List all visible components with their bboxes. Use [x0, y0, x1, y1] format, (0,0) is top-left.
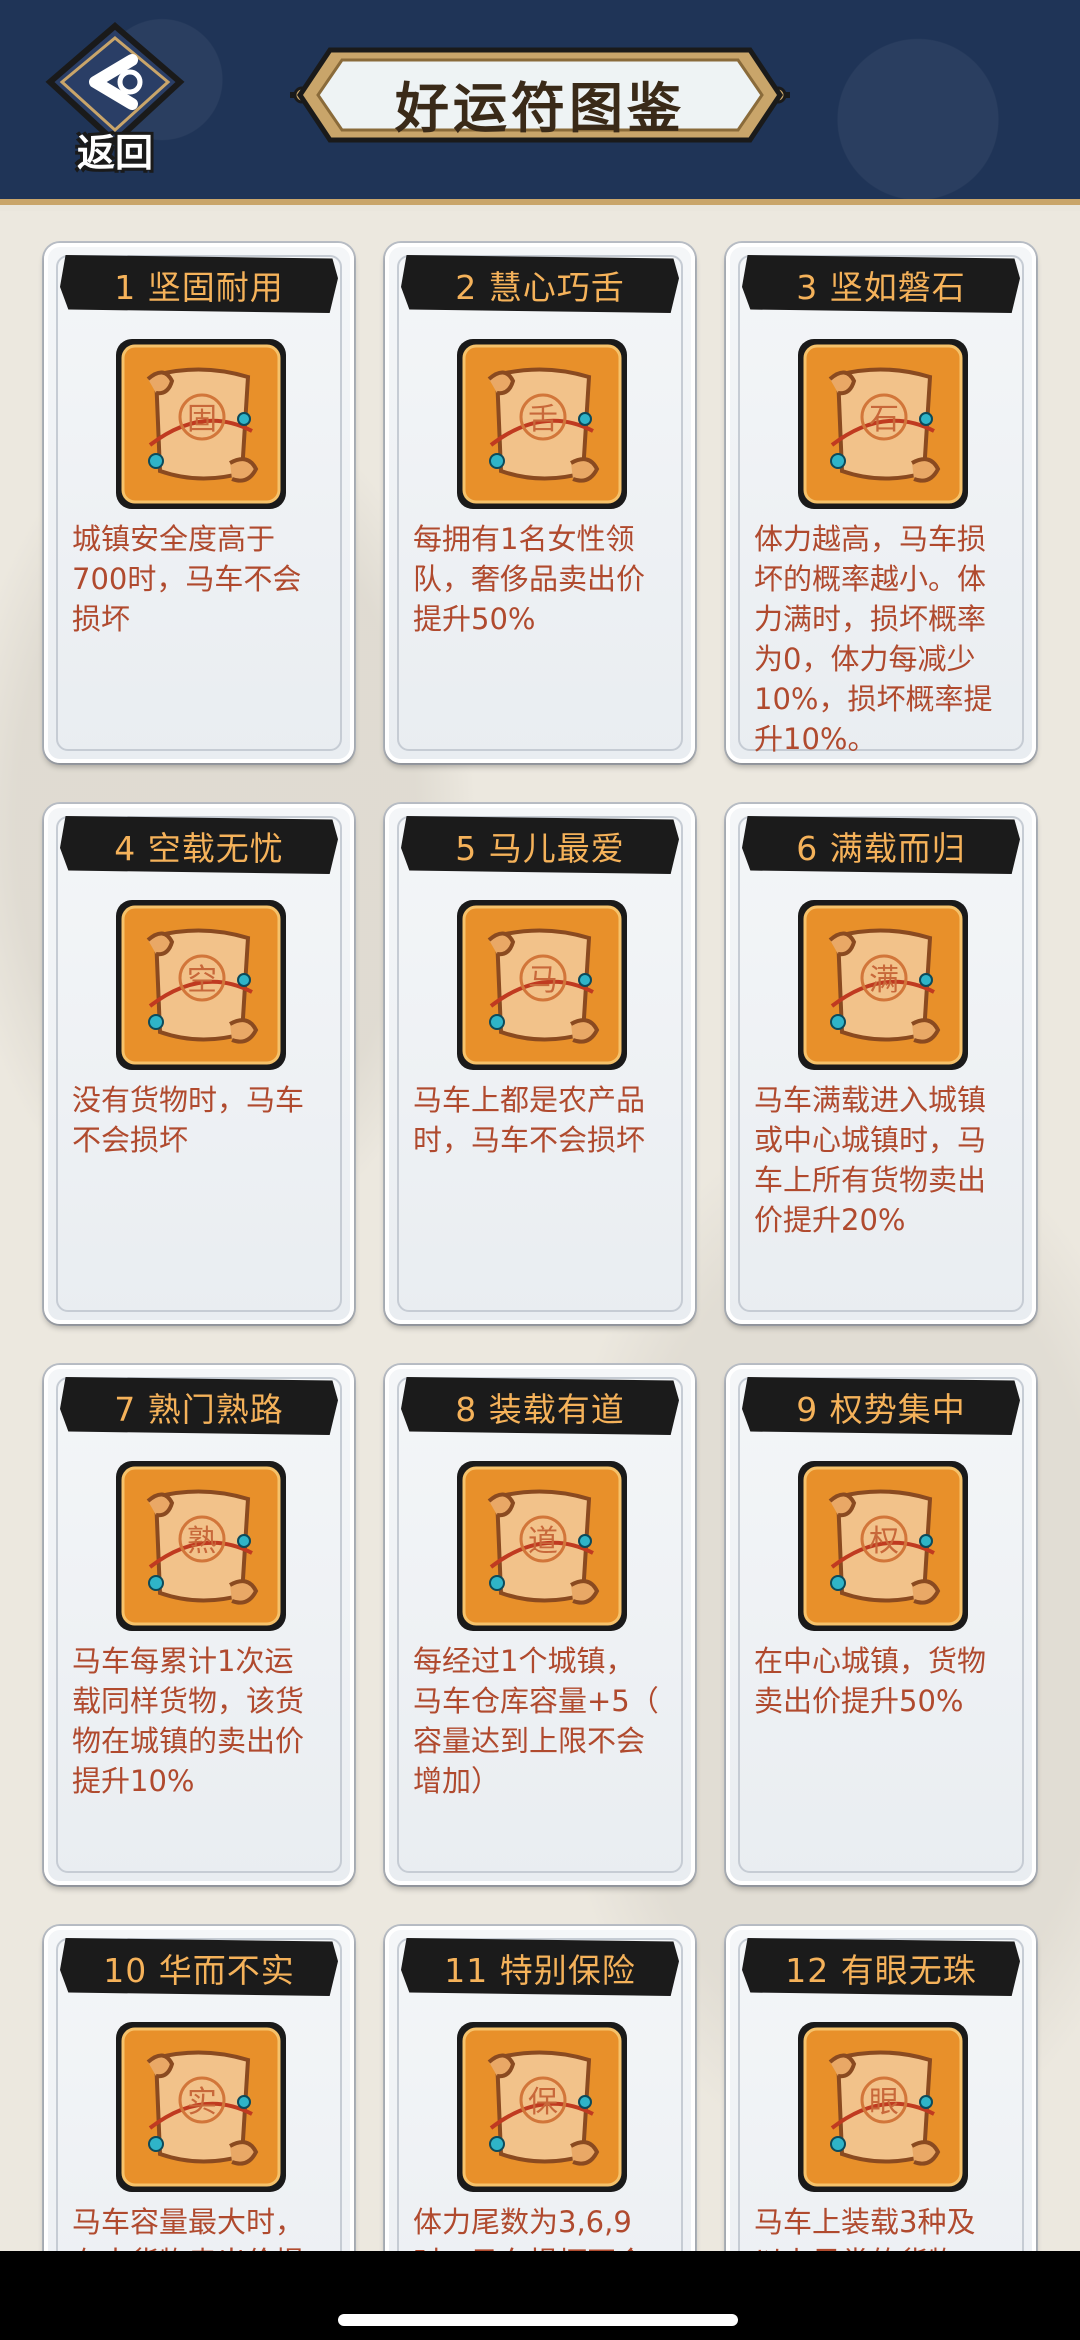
card-description: 马车满载进入城镇 或中心城镇时，马 车上所有货物卖出 价提升20% — [754, 1083, 987, 1237]
back-label: 返回 — [76, 130, 153, 175]
icon-glyph: 保 — [528, 2085, 558, 2120]
scroll-charm-icon: 眼 — [794, 2018, 972, 2196]
icon-glyph: 熟 — [187, 1524, 217, 1559]
card-description: 体力尾数为3,6,9 时，马车损坏不会 — [413, 2205, 645, 2251]
scroll-charm-icon: 权 — [794, 1457, 972, 1635]
page-title: 好运符图鉴 — [395, 76, 685, 140]
icon-glyph: 马 — [528, 963, 558, 998]
back-button[interactable]: 返回 — [40, 22, 190, 175]
charm-card[interactable]: 7 熟门熟路熟马车每累计1次运 载同样货物，该货 物在城镇的卖出价 提升10% — [44, 1365, 354, 1885]
charm-card[interactable]: 10 华而不实实马车容量最大时， 有大货物卖出价提 — [44, 1926, 354, 2251]
charm-card[interactable]: 3 坚如磐石石体力越高，马车损 坏的概率越小。体 力满时，损坏概率 为0，体力每… — [726, 243, 1036, 763]
card-title: 3 坚如磐石 — [796, 268, 966, 307]
icon-glyph: 石 — [869, 402, 899, 437]
charm-card[interactable]: 8 装载有道道每经过1个城镇， 马车仓库容量+5（ 容量达到上限不会 增加） — [385, 1365, 695, 1885]
icon-glyph: 舌 — [528, 402, 558, 437]
card-description: 城镇安全度高于 700时，马车不会 损坏 — [72, 522, 302, 636]
card-title: 8 装载有道 — [455, 1390, 625, 1429]
top-header: 返回 好运符图鉴 — [0, 0, 1080, 205]
card-title: 12 有眼无珠 — [785, 1951, 977, 1990]
scroll-charm-icon: 满 — [794, 896, 972, 1074]
card-title: 1 坚固耐用 — [114, 268, 284, 307]
card-title: 2 慧心巧舌 — [455, 268, 625, 307]
scroll-charm-icon: 空 — [112, 896, 290, 1074]
charm-card[interactable]: 9 权势集中权在中心城镇，货物 卖出价提升50% — [726, 1365, 1036, 1885]
charm-card[interactable]: 5 马儿最爱马马车上都是农产品 时，马车不会损坏 — [385, 804, 695, 1324]
scroll-charm-icon: 保 — [453, 2018, 631, 2196]
card-title: 11 特别保险 — [444, 1951, 636, 1990]
icon-glyph: 眼 — [869, 2085, 899, 2120]
card-title: 4 空载无忧 — [114, 829, 284, 868]
card-title: 10 华而不实 — [103, 1951, 295, 1990]
charm-card[interactable]: 1 坚固耐用固城镇安全度高于 700时，马车不会 损坏 — [44, 243, 354, 763]
card-title: 9 权势集中 — [796, 1390, 966, 1429]
charm-card[interactable]: 2 慧心巧舌舌每拥有1名女性领 队，奢侈品卖出价 提升50% — [385, 243, 695, 763]
charm-card[interactable]: 4 空载无忧空没有货物时，马车 不会损坏 — [44, 804, 354, 1324]
icon-glyph: 固 — [187, 402, 217, 437]
icon-glyph: 满 — [869, 963, 899, 998]
card-title: 6 满载而归 — [796, 829, 966, 868]
card-description: 马车上装载3种及 以上风类的货物 — [754, 2205, 976, 2251]
scroll-charm-icon: 固 — [112, 335, 290, 513]
charm-card[interactable]: 11 特别保险保体力尾数为3,6,9 时，马车损坏不会 — [385, 1926, 695, 2251]
card-description: 马车上都是农产品 时，马车不会损坏 — [413, 1083, 646, 1157]
card-title: 5 马儿最爱 — [455, 829, 625, 868]
card-description: 在中心城镇，货物 卖出价提升50% — [754, 1644, 987, 1718]
card-title: 7 熟门熟路 — [114, 1390, 284, 1429]
card-description: 每经过1个城镇， 马车仓库容量+5（ 容量达到上限不会 增加） — [413, 1644, 659, 1798]
icon-glyph: 实 — [187, 2085, 217, 2120]
scroll-charm-icon: 舌 — [453, 335, 631, 513]
scroll-charm-icon: 马 — [453, 896, 631, 1074]
scroll-charm-icon: 石 — [794, 335, 972, 513]
scroll-charm-icon: 熟 — [112, 1457, 290, 1635]
charm-card[interactable]: 6 满载而归满马车满载进入城镇 或中心城镇时，马 车上所有货物卖出 价提升20% — [726, 804, 1036, 1324]
icon-glyph: 道 — [528, 1524, 558, 1559]
charm-card[interactable]: 12 有眼无珠眼马车上装载3种及 以上风类的货物 — [726, 1926, 1036, 2251]
card-description: 体力越高，马车损 坏的概率越小。体 力满时，损坏概率 为0，体力每减少 10%，… — [754, 522, 993, 756]
icon-glyph: 空 — [187, 963, 217, 998]
card-description: 马车容量最大时， 有大货物卖出价提 — [72, 2205, 305, 2251]
icon-glyph: 权 — [869, 1524, 899, 1559]
title-plate: 好运符图鉴 — [290, 40, 790, 150]
card-description: 马车每累计1次运 载同样货物，该货 物在城镇的卖出价 提升10% — [72, 1644, 305, 1798]
home-indicator[interactable] — [338, 2314, 738, 2326]
card-description: 每拥有1名女性领 队，奢侈品卖出价 提升50% — [413, 522, 646, 636]
charm-grid: 1 坚固耐用固城镇安全度高于 700时，马车不会 损坏 2 慧心巧舌舌每拥有1名女… — [0, 211, 1080, 2251]
scroll-charm-icon: 实 — [112, 2018, 290, 2196]
scroll-charm-icon: 道 — [453, 1457, 631, 1635]
system-nav-bar — [0, 2251, 1080, 2340]
card-description: 没有货物时，马车 不会损坏 — [72, 1083, 305, 1157]
